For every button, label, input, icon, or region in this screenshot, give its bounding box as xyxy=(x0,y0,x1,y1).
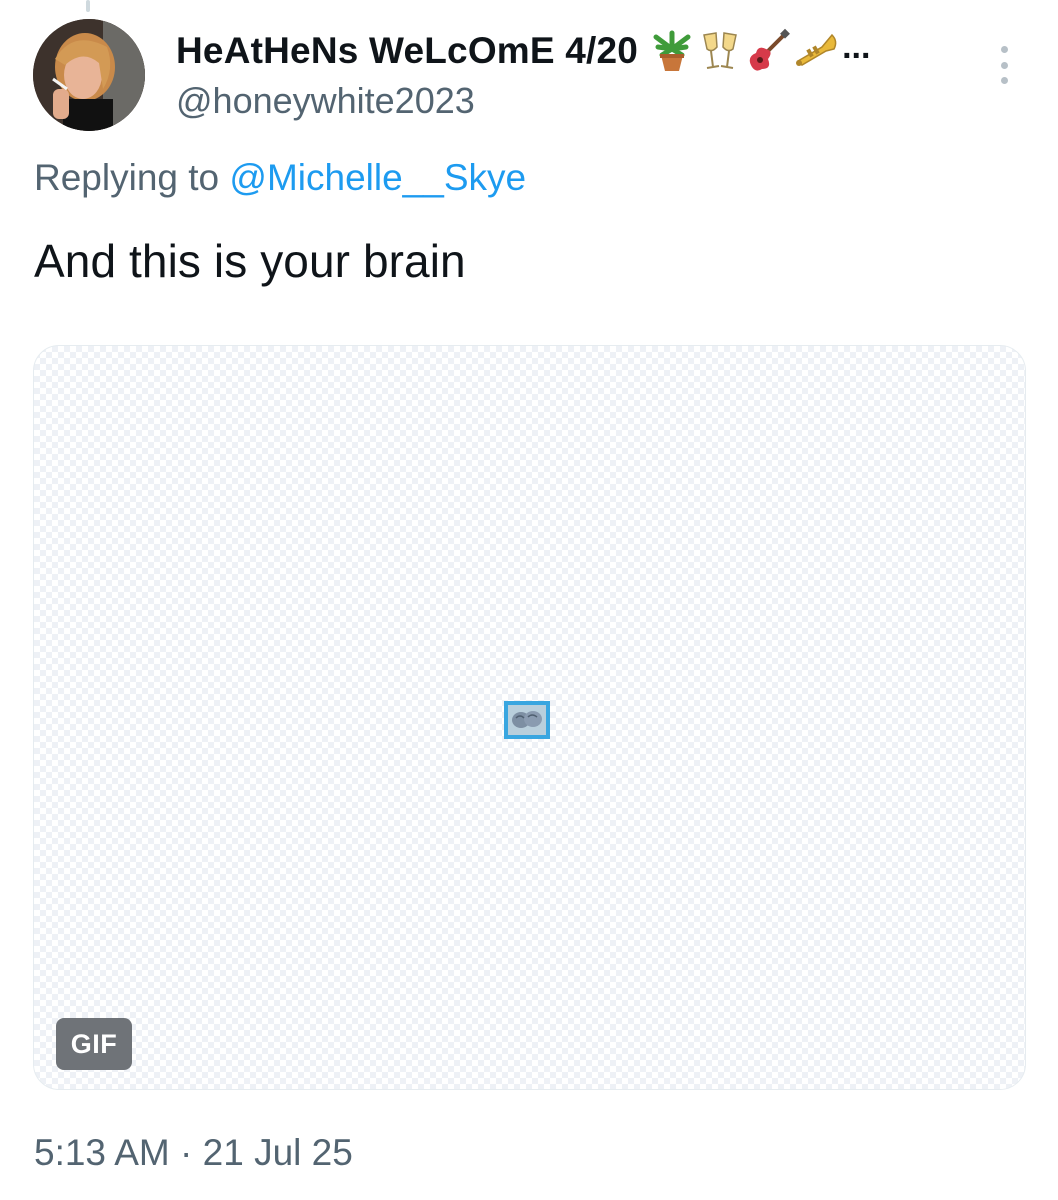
avatar-photo xyxy=(33,19,145,131)
gif-media[interactable]: GIF xyxy=(33,345,1026,1090)
gif-badge: GIF xyxy=(56,1018,132,1070)
more-dot-icon xyxy=(1000,61,1008,69)
thread-connector-line xyxy=(86,0,90,12)
user-handle[interactable]: @honeywhite2023 xyxy=(176,78,968,124)
more-dot-icon xyxy=(1000,77,1008,84)
brain-thumbnail xyxy=(504,701,550,739)
trumpet-icon xyxy=(796,33,837,66)
brain-image-icon xyxy=(508,705,546,735)
display-name[interactable]: HeAtHeNs WeLcOmE 4/20 xyxy=(176,30,638,72)
guitar-icon xyxy=(749,28,791,71)
clinking-glasses-icon xyxy=(703,32,737,69)
avatar[interactable] xyxy=(33,19,145,131)
tweet-timestamp[interactable]: 5:13 AM · 21 Jul 25 xyxy=(34,1132,353,1174)
replying-prefix: Replying to xyxy=(34,157,220,198)
more-options-button[interactable] xyxy=(990,40,1018,90)
replying-to-line: Replying to @Michelle__Skye xyxy=(34,157,526,199)
display-name-row: HeAtHeNs WeLcOmE 4/20 ... xyxy=(176,26,968,76)
tweet-header: HeAtHeNs WeLcOmE 4/20 ... @honeywhite202… xyxy=(176,26,968,124)
name-emojis: ... xyxy=(648,27,870,75)
name-truncation-ellipsis: ... xyxy=(842,28,871,66)
potted-plant-icon xyxy=(653,30,691,71)
more-dot-icon xyxy=(1000,46,1008,53)
replying-to-mention-link[interactable]: @Michelle__Skye xyxy=(229,157,526,198)
tweet-text: And this is your brain xyxy=(34,235,466,287)
